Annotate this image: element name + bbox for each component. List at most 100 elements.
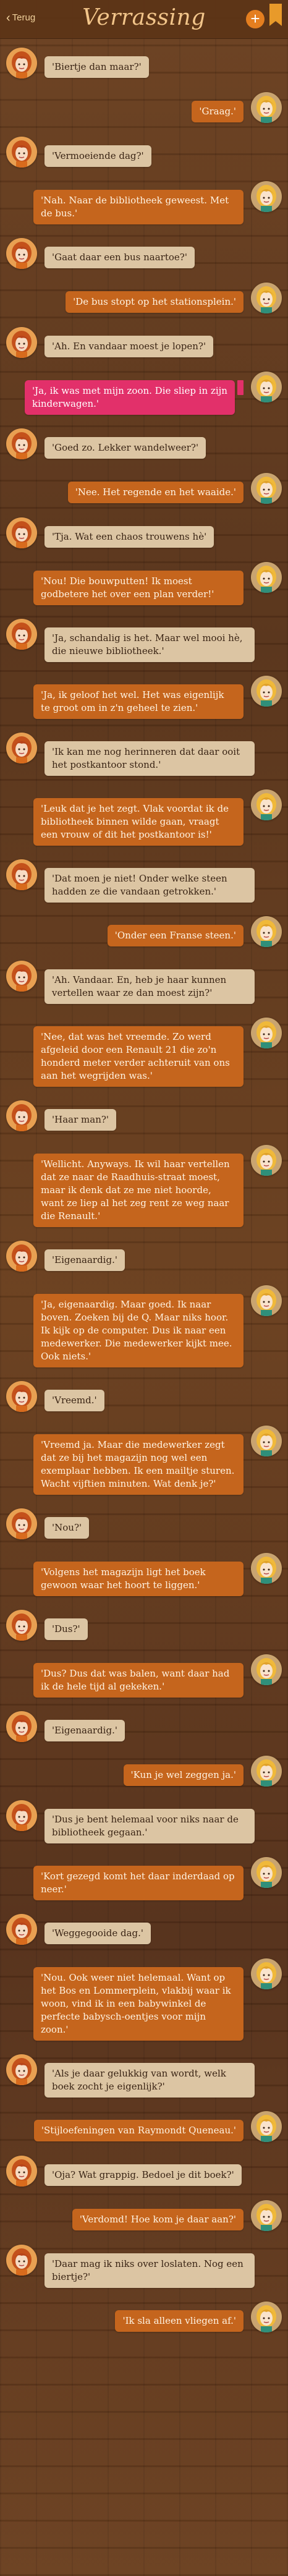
avatar-blonde[interactable] [251, 1553, 282, 1584]
avatar-redhead[interactable] [6, 1711, 37, 1742]
message-row: 'Daar mag ik niks over loslaten. Nog een… [6, 2245, 282, 2288]
avatar-blonde[interactable] [251, 1285, 282, 1316]
message-bubble[interactable]: 'Tja. Wat een chaos trouwens hè' [44, 526, 214, 548]
avatar-blonde[interactable] [251, 2200, 282, 2231]
message-row: 'Als je daar gelukkig van wordt, welk bo… [6, 2054, 282, 2098]
avatar-blonde[interactable] [251, 92, 282, 123]
avatar-blonde[interactable] [251, 676, 282, 707]
avatar-blonde[interactable] [251, 1756, 282, 1787]
avatar-redhead[interactable] [6, 238, 37, 269]
message-bubble[interactable]: 'Stijloefeningen van Raymondt Queneau.' [33, 2120, 244, 2141]
message-bubble[interactable]: 'Weggegooide dag.' [44, 1923, 151, 1944]
message-bubble[interactable]: 'Ja, eigenaardig. Maar goed. Ik naar bov… [33, 1294, 244, 1367]
avatar-redhead[interactable] [6, 619, 37, 650]
avatar-redhead[interactable] [6, 2156, 37, 2187]
avatar-blonde[interactable] [251, 1145, 282, 1176]
message-bubble[interactable]: 'Vermoeiende dag?' [44, 145, 151, 167]
avatar-blonde[interactable] [251, 181, 282, 212]
message-bubble[interactable]: 'Vreemd.' [44, 1390, 104, 1411]
message-bubble[interactable]: 'Ah. Vandaar. En, heb je haar kunnen ver… [44, 969, 255, 1004]
message-row: 'Nah. Naar de bibliotheek geweest. Met d… [6, 181, 282, 224]
avatar-redhead[interactable] [6, 1381, 37, 1412]
message-row: 'Nou! Die bouwputten! Ik moest godbetere… [6, 562, 282, 605]
avatar-blonde[interactable] [251, 1654, 282, 1685]
message-bubble[interactable]: 'Als je daar gelukkig van wordt, welk bo… [44, 2063, 255, 2098]
message-bubble[interactable]: 'Wellicht. Anyways. Ik wil haar vertelle… [33, 1154, 244, 1227]
message-row: 'Oja? Wat grappig. Bedoel je dit boek?' [6, 2156, 282, 2187]
avatar-blonde[interactable] [251, 789, 282, 820]
message-row: 'Eigenaardig.' [6, 1241, 282, 1272]
message-row: 'Dus?' [6, 1610, 282, 1641]
message-bubble[interactable]: 'Oja? Wat grappig. Bedoel je dit boek?' [44, 2164, 242, 2186]
message-bubble[interactable]: 'Vreemd ja. Maar die medewerker zegt dat… [33, 1434, 244, 1495]
avatar-redhead[interactable] [6, 137, 37, 168]
message-bubble[interactable]: 'Leuk dat je het zegt. Vlak voordat ik d… [33, 798, 244, 846]
message-bubble[interactable]: 'Onder een Franse steen.' [107, 925, 244, 946]
avatar-redhead[interactable] [6, 1508, 37, 1539]
avatar-blonde[interactable] [251, 1018, 282, 1048]
message-bubble[interactable]: 'Dus? Dus dat was balen, want daar had i… [33, 1663, 244, 1698]
avatar-redhead[interactable] [6, 1914, 37, 1945]
message-bubble[interactable]: 'Nah. Naar de bibliotheek geweest. Met d… [33, 190, 244, 224]
message-row: 'Gaat daar een bus naartoe?' [6, 238, 282, 269]
message-bubble[interactable]: 'Nou. Ook weer niet helemaal. Want op he… [33, 1967, 244, 2041]
avatar-blonde[interactable] [251, 916, 282, 947]
message-bubble[interactable]: 'Verdomd! Hoe kom je daar aan?' [72, 2209, 244, 2230]
message-bubble[interactable]: 'Biertje dan maar?' [44, 56, 149, 78]
message-bubble[interactable]: 'Ja, ik was met mijn zoon. Die sliep in … [25, 380, 235, 415]
message-bubble[interactable]: 'Graag.' [192, 101, 244, 122]
avatar-redhead[interactable] [6, 2245, 37, 2276]
message-bubble[interactable]: 'Kort gezegd komt het daar inderdaad op … [33, 1866, 244, 1900]
message-bubble[interactable]: 'Ik sla alleen vliegen af.' [115, 2310, 244, 2332]
message-bubble[interactable]: 'Dat moen je niet! Onder welke steen had… [44, 868, 255, 903]
message-bubble[interactable]: 'Nee, dat was het vreemde. Zo werd afgel… [33, 1026, 244, 1087]
message-row: 'Dus? Dus dat was balen, want daar had i… [6, 1654, 282, 1698]
add-button[interactable]: + [246, 10, 265, 28]
chat-screen: ‹ Terug Verrassing + 'Biertje dan maar?'… [0, 0, 288, 2576]
message-bubble[interactable]: 'Nou?' [44, 1517, 90, 1539]
avatar-blonde[interactable] [251, 372, 282, 402]
message-bubble[interactable]: 'Nee. Het regende en het waaide.' [67, 482, 244, 503]
avatar-redhead[interactable] [6, 2054, 37, 2085]
avatar-redhead[interactable] [6, 1610, 37, 1641]
message-bubble[interactable]: 'Volgens het magazijn ligt het boek gewo… [33, 1562, 244, 1596]
avatar-redhead[interactable] [6, 1241, 37, 1272]
message-bubble[interactable]: 'Gaat daar een bus naartoe?' [44, 247, 195, 268]
message-bubble[interactable]: 'Ah. En vandaar moest je lopen?' [44, 336, 214, 357]
message-list[interactable]: 'Biertje dan maar?' 'Graag.' 'Vermoeiende … [0, 39, 288, 2332]
avatar-blonde[interactable] [251, 283, 282, 313]
message-bubble[interactable]: 'Haar man?' [44, 1109, 117, 1131]
avatar-blonde[interactable] [251, 562, 282, 593]
avatar-redhead[interactable] [6, 327, 37, 358]
avatar-redhead[interactable] [6, 961, 37, 992]
message-bubble[interactable]: 'Eigenaardig.' [44, 1720, 125, 1741]
message-bubble[interactable]: 'Kun je wel zeggen ja.' [123, 1764, 244, 1786]
page-title: Verrassing [82, 5, 206, 30]
message-bubble[interactable]: 'Dus je bent helemaal voor niks naar de … [44, 1809, 255, 1843]
avatar-redhead[interactable] [6, 48, 37, 79]
avatar-blonde[interactable] [251, 1958, 282, 1989]
avatar-blonde[interactable] [251, 1857, 282, 1888]
avatar-redhead[interactable] [6, 733, 37, 763]
message-bubble[interactable]: 'Nou! Die bouwputten! Ik moest godbetere… [33, 571, 244, 605]
avatar-blonde[interactable] [251, 2111, 282, 2142]
avatar-redhead[interactable] [6, 859, 37, 890]
message-bubble[interactable]: 'Ik kan me nog herinneren dat daar ooit … [44, 741, 255, 776]
message-row: 'Kort gezegd komt het daar inderdaad op … [6, 1857, 282, 1900]
message-bubble[interactable]: 'Goed zo. Lekker wandelweer?' [44, 437, 206, 459]
message-row: 'Stijloefeningen van Raymondt Queneau.' [6, 2111, 282, 2142]
message-bubble[interactable]: 'Dus?' [44, 1618, 88, 1640]
message-bubble[interactable]: 'Ja, schandalig is het. Maar wel mooi hè… [44, 627, 255, 662]
avatar-redhead[interactable] [6, 517, 37, 548]
avatar-blonde[interactable] [251, 473, 282, 504]
avatar-blonde[interactable] [251, 2302, 282, 2332]
avatar-redhead[interactable] [6, 1800, 37, 1831]
message-row: 'Verdomd! Hoe kom je daar aan?' [6, 2200, 282, 2231]
message-bubble[interactable]: 'Ja, ik geloof het wel. Het was eigenlij… [33, 684, 244, 719]
avatar-blonde[interactable] [251, 1426, 282, 1456]
avatar-redhead[interactable] [6, 1100, 37, 1131]
message-bubble[interactable]: 'Daar mag ik niks over loslaten. Nog een… [44, 2253, 255, 2288]
avatar-redhead[interactable] [6, 428, 37, 459]
message-bubble[interactable]: 'Eigenaardig.' [44, 1249, 125, 1271]
message-bubble[interactable]: 'De bus stopt op het stationsplein.' [66, 291, 244, 313]
